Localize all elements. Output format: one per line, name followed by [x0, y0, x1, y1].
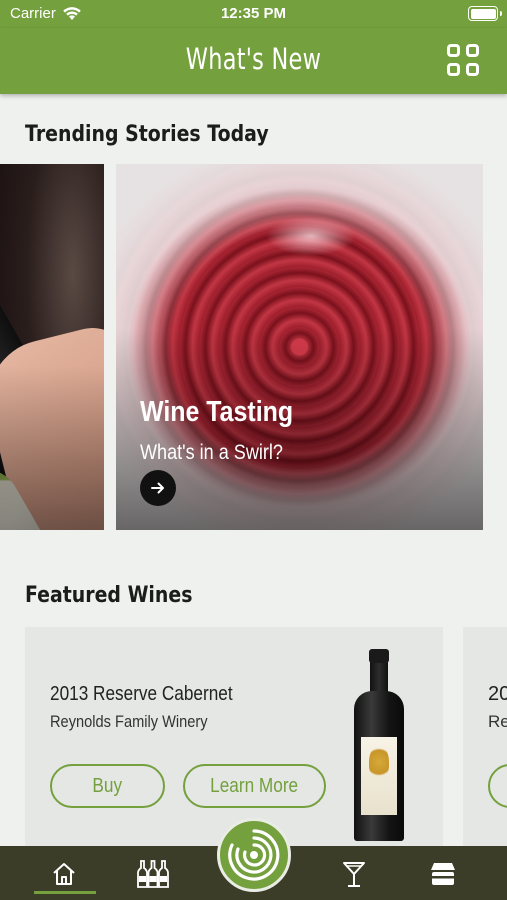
cocktail-glass-icon	[343, 862, 365, 887]
buy-button[interactable]: Buy	[50, 764, 165, 808]
tab-home[interactable]	[44, 854, 84, 894]
status-bar: Carrier 12:35 PM	[0, 0, 507, 28]
wine-name: 2013 Reserve Cabernet	[50, 683, 233, 705]
tab-cocktails[interactable]	[334, 854, 374, 894]
home-icon	[53, 863, 75, 885]
featured-heading: Featured Wines	[25, 583, 193, 608]
nav-header: What's New	[0, 28, 507, 94]
winery-name: Re	[488, 712, 507, 731]
tab-store[interactable]	[423, 854, 463, 894]
story-card-subtitle: What's in a Swirl?	[140, 441, 283, 464]
story-card-title: Wine Tasting	[140, 396, 294, 428]
battery-icon	[468, 6, 502, 21]
scan-rings-icon	[228, 829, 280, 881]
story-card-previous[interactable]: asy	[0, 164, 104, 530]
tab-wines[interactable]	[133, 854, 173, 894]
story-card-wine-tasting[interactable]: Wine Tasting What's in a Swirl?	[116, 164, 483, 530]
wine-card-next[interactable]: 20 Re	[463, 627, 507, 849]
learn-more-button[interactable]: Learn More	[183, 764, 326, 808]
active-tab-indicator	[34, 891, 96, 894]
clock: 12:35 PM	[220, 5, 287, 22]
trending-heading: Trending Stories Today	[25, 122, 269, 147]
winery-name: Reynolds Family Winery	[50, 712, 208, 731]
page-title: What's New	[185, 42, 322, 76]
wine-card[interactable]: 2013 Reserve Cabernet Reynolds Family Wi…	[25, 627, 443, 849]
scan-button[interactable]	[217, 818, 291, 892]
arrow-right-icon[interactable]	[140, 470, 176, 506]
wine-bottle-image	[354, 649, 404, 841]
store-icon	[431, 863, 455, 885]
grid-icon[interactable]	[447, 44, 479, 76]
wine-bottles-icon	[137, 860, 169, 888]
buy-button[interactable]	[488, 764, 507, 808]
wine-name: 20	[488, 683, 507, 705]
